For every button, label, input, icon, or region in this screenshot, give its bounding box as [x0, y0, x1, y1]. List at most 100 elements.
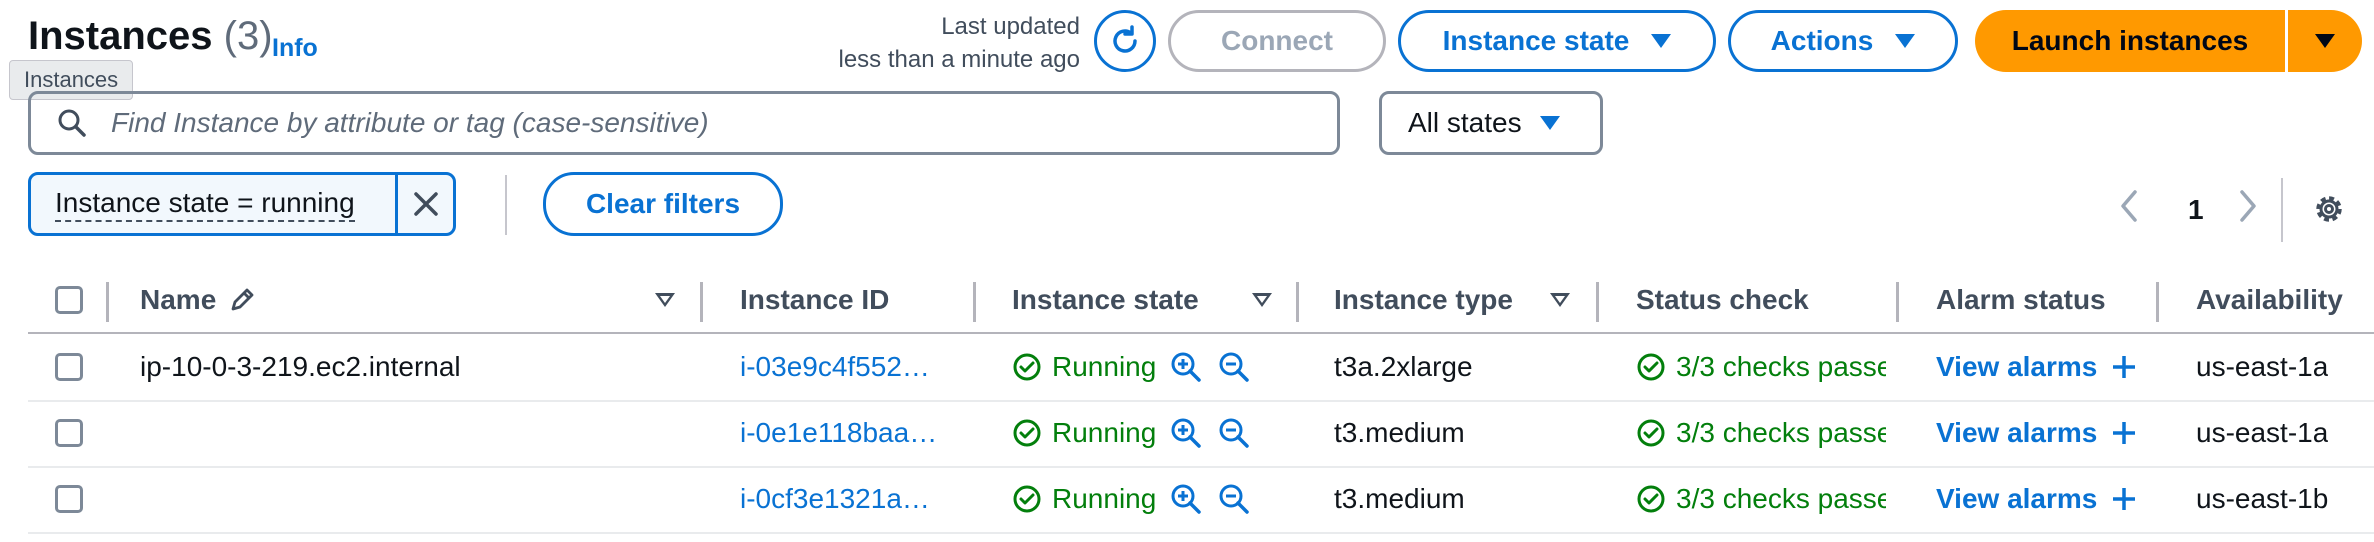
instance-state-button[interactable]: Instance state	[1398, 10, 1716, 72]
column-separator[interactable]	[1296, 282, 1299, 322]
instance-state-text: Running	[1052, 417, 1157, 448]
remove-filter-button[interactable]	[395, 175, 453, 233]
launch-instances-button[interactable]: Launch instances	[1975, 10, 2285, 72]
sort-icon[interactable]	[1252, 268, 1272, 332]
plus-icon	[2113, 422, 2136, 444]
actions-button[interactable]: Actions	[1728, 10, 1958, 72]
zoom-out-icon[interactable]	[1218, 483, 1250, 515]
instance-state-text: Running	[1052, 483, 1157, 514]
last-updated-value: less than a minute ago	[838, 46, 1081, 73]
success-circle-icon	[1013, 353, 1041, 381]
page-title: Instances (3)	[28, 14, 273, 59]
sort-icon[interactable]	[655, 268, 675, 332]
column-separator[interactable]	[973, 282, 976, 322]
caret-down-icon	[1895, 34, 1916, 48]
instance-count: (3)	[223, 14, 273, 58]
filter-token-text: Instance state = running	[55, 186, 355, 222]
row-checkbox[interactable]	[55, 334, 83, 400]
search-icon	[58, 109, 86, 137]
sort-triangle	[655, 293, 675, 307]
view-alarms-label: View alarms	[1936, 351, 2098, 382]
zoom-out-icon[interactable]	[1218, 417, 1250, 449]
header-name-label: Name	[140, 284, 217, 315]
instance-type: t3.medium	[1334, 483, 1465, 514]
status-check-cell: 3/3 checks passec	[1636, 466, 1886, 532]
table-header: Name Instance ID Instance state Instance…	[28, 268, 2374, 334]
sort-icon[interactable]	[1550, 268, 1570, 332]
search-field[interactable]	[28, 91, 1340, 155]
instance-state-text: Running	[1052, 351, 1157, 382]
zoom-in-icon[interactable]	[1170, 483, 1202, 515]
row-checkbox[interactable]	[55, 466, 83, 532]
instance-state-cell: Running	[1012, 400, 1156, 466]
page-number[interactable]: 1	[2188, 194, 2204, 226]
status-check-text: 3/3 checks passec	[1676, 417, 1886, 448]
availability-zone: us-east-1a	[2196, 417, 2329, 448]
column-separator[interactable]	[1896, 282, 1899, 322]
launch-dropdown-button[interactable]	[2288, 10, 2362, 72]
clear-filters-label: Clear filters	[585, 188, 741, 219]
filter-token-label[interactable]: Instance state = running	[31, 175, 395, 233]
checkbox-box	[55, 419, 83, 447]
column-separator[interactable]	[700, 282, 703, 322]
gear-icon[interactable]	[2311, 191, 2347, 227]
header-alarm-status[interactable]: Alarm status	[1936, 268, 2106, 332]
header-name[interactable]: Name	[140, 268, 256, 332]
success-circle-icon	[1637, 485, 1665, 513]
divider	[505, 175, 507, 235]
column-separator[interactable]	[2156, 282, 2159, 322]
instance-id-link[interactable]: i-03e9c4f552…	[740, 334, 930, 400]
success-circle-icon	[1013, 485, 1041, 513]
filter-token[interactable]: Instance state = running	[28, 172, 456, 236]
zoom-in-icon[interactable]	[1170, 417, 1202, 449]
instance-state-label: Instance state	[1442, 25, 1630, 56]
view-alarms-link[interactable]: View alarms	[1936, 466, 2137, 532]
view-alarms-link[interactable]: View alarms	[1936, 334, 2137, 400]
zoom-out-icon[interactable]	[1218, 351, 1250, 383]
instance-name: ip-10-0-3-219.ec2.internal	[140, 351, 461, 382]
table-row[interactable]: ip-10-0-3-219.ec2.internal i-03e9c4f552……	[28, 334, 2374, 402]
last-updated-label: Last updated	[941, 13, 1080, 40]
search-input[interactable]	[109, 106, 1313, 140]
success-circle-icon	[1013, 419, 1041, 447]
view-alarms-label: View alarms	[1936, 417, 2098, 448]
select-all-checkbox[interactable]	[55, 268, 83, 332]
row-checkbox[interactable]	[55, 400, 83, 466]
instance-type: t3.medium	[1334, 417, 1465, 448]
instance-id-link[interactable]: i-0cf3e1321a…	[740, 466, 930, 532]
zoom-in-icon[interactable]	[1170, 351, 1202, 383]
success-circle-icon	[1637, 419, 1665, 447]
connect-button[interactable]: Connect	[1168, 10, 1386, 72]
chevron-left-icon[interactable]	[2117, 188, 2141, 224]
instance-id-link[interactable]: i-0e1e118baa…	[740, 400, 937, 466]
status-check-cell: 3/3 checks passec	[1636, 334, 1886, 400]
caret-down-icon	[2315, 34, 2335, 48]
instance-state-cell: Running	[1012, 466, 1156, 532]
caret-down-icon	[1651, 34, 1672, 48]
chevron-right-icon[interactable]	[2236, 188, 2260, 224]
column-separator[interactable]	[1596, 282, 1599, 322]
view-alarms-link[interactable]: View alarms	[1936, 400, 2137, 466]
instance-type: t3a.2xlarge	[1334, 351, 1473, 382]
table-row[interactable]: i-0e1e118baa… Running t3.medium 3/3 chec…	[28, 400, 2374, 468]
column-separator[interactable]	[106, 282, 109, 322]
availability-zone: us-east-1b	[2196, 483, 2329, 514]
header-instance-state[interactable]: Instance state	[1012, 268, 1199, 332]
info-link[interactable]: Info	[272, 34, 318, 63]
connect-label: Connect	[1221, 25, 1333, 56]
header-instance-id[interactable]: Instance ID	[740, 268, 889, 332]
clear-filters-button[interactable]: Clear filters	[543, 172, 783, 236]
header-instance-type[interactable]: Instance type	[1334, 268, 1513, 332]
header-status-check[interactable]: Status check	[1636, 268, 1809, 332]
success-circle-icon	[1637, 353, 1665, 381]
header-availability[interactable]: Availability	[2196, 268, 2343, 332]
sort-triangle	[1252, 293, 1272, 307]
table-row[interactable]: i-0cf3e1321a… Running t3.medium 3/3 chec…	[28, 466, 2374, 534]
sort-triangle	[1550, 293, 1570, 307]
refresh-button[interactable]	[1094, 10, 1156, 72]
status-check-cell: 3/3 checks passec	[1636, 400, 1886, 466]
view-alarms-label: View alarms	[1936, 483, 2098, 514]
actions-label: Actions	[1770, 25, 1874, 56]
availability-zone: us-east-1a	[2196, 351, 2329, 382]
states-select[interactable]: All states	[1379, 91, 1603, 155]
